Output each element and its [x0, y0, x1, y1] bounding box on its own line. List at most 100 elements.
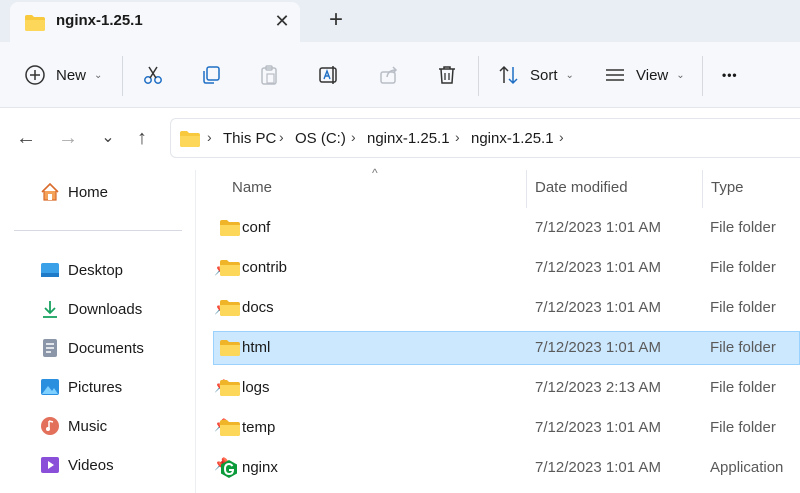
file-date: 7/12/2023 1:01 AM — [535, 299, 661, 316]
breadcrumb-this-pc[interactable]: This PC — [223, 130, 276, 147]
file-name: conf — [242, 219, 271, 236]
table-row[interactable]: conf 7/12/2023 1:01 AM File folder — [213, 211, 800, 245]
command-bar: New ⌄ Sort ⌄ View ⌄ ••• — [0, 42, 800, 108]
file-type: File folder — [710, 339, 776, 356]
sidebar-item-label: Documents — [68, 339, 144, 357]
file-date: 7/12/2023 1:01 AM — [535, 419, 661, 436]
sidebar-item-videos[interactable]: Videos 📌 — [40, 451, 229, 479]
breadcrumb-os-c[interactable]: OS (C:) — [295, 130, 346, 147]
back-arrow-icon[interactable]: ← — [14, 126, 38, 150]
scissors-icon — [144, 66, 162, 84]
sidebar-item-documents[interactable]: Documents 📌 — [40, 334, 229, 362]
new-label: New — [56, 66, 87, 84]
column-date-modified[interactable]: Date modified — [535, 179, 628, 196]
rename-icon — [319, 66, 337, 84]
tab-bar: nginx-1.25.1 ✕ + — [0, 0, 800, 42]
more-options-button[interactable]: ••• — [722, 58, 738, 92]
folder-icon — [180, 131, 200, 147]
column-name[interactable]: Name — [232, 179, 272, 196]
copy-button[interactable] — [200, 58, 222, 92]
sidebar-item-music[interactable]: Music 📌 — [40, 412, 229, 440]
toolbar-divider — [122, 56, 123, 96]
pictures-icon — [41, 379, 59, 395]
sidebar-item-label: Pictures — [68, 378, 123, 396]
column-divider[interactable] — [702, 170, 703, 208]
sidebar-item-label: Videos — [68, 456, 114, 474]
breadcrumb-chevron-icon[interactable]: › — [351, 129, 356, 145]
breadcrumb-chevron-icon[interactable]: › — [279, 129, 284, 145]
rename-button[interactable] — [318, 58, 340, 92]
trash-icon — [439, 66, 455, 84]
tab-title: nginx-1.25.1 — [56, 12, 143, 29]
paste-button[interactable] — [258, 58, 280, 92]
column-divider[interactable] — [526, 170, 527, 208]
table-row[interactable]: temp 7/12/2023 1:01 AM File folder — [213, 411, 800, 445]
file-name: html — [242, 339, 271, 356]
up-arrow-icon[interactable]: ↑ — [130, 126, 154, 150]
file-type: File folder — [710, 259, 776, 276]
breadcrumb-nginx-parent[interactable]: nginx-1.25.1 — [367, 130, 450, 147]
address-bar[interactable]: › This PC › OS (C:) › nginx-1.25.1 › ngi… — [170, 118, 800, 158]
documents-icon — [43, 339, 57, 357]
sidebar-item-home[interactable]: Home — [40, 178, 196, 206]
table-row-selected[interactable]: html 7/12/2023 1:01 AM File folder — [213, 331, 800, 365]
delete-button[interactable] — [436, 58, 458, 92]
plus-circle-icon — [25, 65, 45, 85]
toolbar-divider — [702, 56, 703, 96]
folder-icon — [220, 340, 240, 356]
folder-icon — [220, 220, 240, 236]
column-header: Name Date modified Type — [196, 170, 800, 208]
desktop-icon — [41, 263, 59, 277]
close-tab-icon[interactable]: ✕ — [272, 12, 292, 32]
file-date: 7/12/2023 1:01 AM — [535, 219, 661, 236]
new-button[interactable]: New ⌄ — [24, 58, 102, 92]
forward-arrow-icon[interactable]: → — [56, 126, 80, 150]
table-row[interactable]: logs 7/12/2023 2:13 AM File folder — [213, 371, 800, 405]
breadcrumb-chevron-icon[interactable]: › — [207, 129, 212, 145]
file-date: 7/12/2023 1:01 AM — [535, 459, 661, 476]
sidebar-item-label: Downloads — [68, 300, 143, 318]
sort-icon — [499, 65, 518, 85]
file-type: File folder — [710, 379, 776, 396]
file-date: 7/12/2023 1:01 AM — [535, 259, 661, 276]
chevron-down-icon: ⌄ — [676, 69, 685, 81]
table-row[interactable]: docs 7/12/2023 1:01 AM File folder — [213, 291, 800, 325]
breadcrumb-chevron-icon[interactable]: › — [559, 129, 564, 145]
sidebar-item-pictures[interactable]: Pictures 📌 — [40, 373, 229, 401]
folder-icon — [220, 380, 240, 396]
file-name: temp — [242, 419, 276, 436]
navigation-bar: ← → ⌄ ↑ › This PC › OS (C:) › nginx-1.25… — [0, 108, 800, 170]
column-type[interactable]: Type — [711, 179, 744, 196]
sort-label: Sort — [530, 66, 558, 84]
more-icon: ••• — [722, 68, 738, 82]
view-button[interactable]: View ⌄ — [604, 58, 685, 92]
sidebar-item-downloads[interactable]: Downloads 📌 — [40, 295, 229, 323]
sort-button[interactable]: Sort ⌄ — [498, 58, 574, 92]
sidebar-item-label: Music — [68, 417, 108, 435]
recent-locations-icon[interactable]: ⌄ — [96, 126, 120, 150]
copy-icon — [203, 66, 220, 84]
file-name: nginx — [242, 459, 278, 476]
cut-button[interactable] — [142, 58, 164, 92]
chevron-down-icon: ⌄ — [94, 69, 103, 81]
music-icon — [41, 417, 59, 435]
videos-icon — [41, 457, 59, 473]
tab-nginx[interactable]: nginx-1.25.1 ✕ — [10, 2, 300, 42]
file-type: Application — [710, 459, 784, 476]
folder-icon — [220, 420, 240, 436]
home-icon — [41, 182, 59, 201]
navigation-pane: Home Desktop 📌 Downloads 📌 Documents 📌 P… — [0, 170, 229, 493]
file-type: File folder — [710, 419, 776, 436]
breadcrumb-nginx-current[interactable]: nginx-1.25.1 — [471, 130, 554, 147]
file-name: logs — [242, 379, 270, 396]
table-row[interactable]: contrib 7/12/2023 1:01 AM File folder — [213, 251, 800, 285]
sidebar-item-desktop[interactable]: Desktop 📌 — [40, 256, 229, 284]
sidebar-item-label: Home — [68, 183, 109, 201]
clipboard-icon — [261, 65, 277, 85]
breadcrumb-chevron-icon[interactable]: › — [455, 129, 460, 145]
file-date: 7/12/2023 1:01 AM — [535, 339, 661, 356]
share-button[interactable] — [378, 58, 400, 92]
table-row[interactable]: nginx 7/12/2023 1:01 AM Application — [213, 451, 800, 485]
chevron-down-icon: ⌄ — [565, 69, 574, 81]
new-tab-button[interactable]: + — [324, 8, 348, 32]
